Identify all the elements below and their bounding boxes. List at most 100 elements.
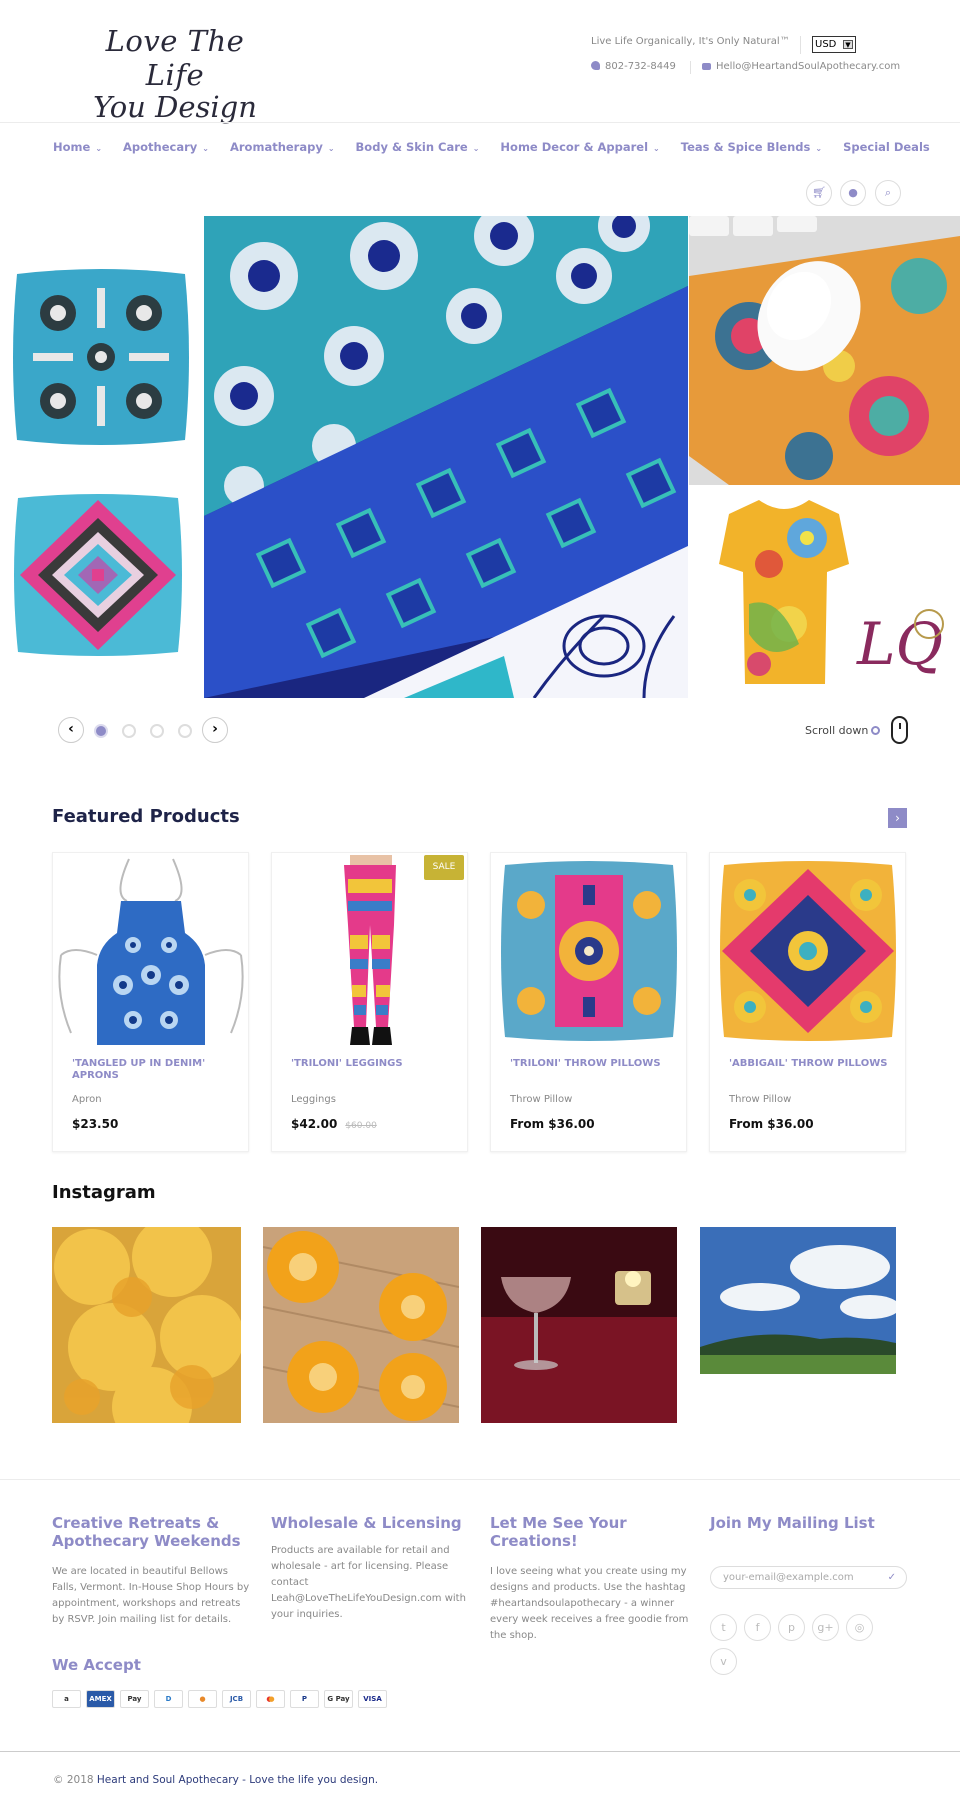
submit-arrow-icon[interactable]: ✓ bbox=[888, 1567, 896, 1588]
nav-label: Body & Skin Care bbox=[355, 140, 468, 154]
nav-item-teas-spice-blends[interactable]: Teas & Spice Blends ⌄ bbox=[681, 140, 822, 154]
nav-item-apothecary[interactable]: Apothecary ⌄ bbox=[123, 140, 209, 154]
phone-icon bbox=[591, 61, 600, 70]
wholesale-title: Wholesale & Licensing bbox=[271, 1514, 462, 1532]
featured-next-button[interactable]: › bbox=[888, 808, 907, 828]
mousepad-image[interactable] bbox=[689, 216, 960, 485]
product-type: Throw Pillow bbox=[510, 1094, 573, 1105]
newsletter-email-input[interactable]: your-email@example.com ✓ bbox=[710, 1566, 907, 1589]
product-image-leggings[interactable] bbox=[272, 855, 467, 1047]
product-card[interactable]: 'ABBIGAIL' THROW PILLOWS Throw Pillow Fr… bbox=[709, 852, 906, 1152]
nav-item-aromatherapy[interactable]: Aromatherapy ⌄ bbox=[230, 140, 335, 154]
product-price: $42.00 $60.00 bbox=[291, 1117, 377, 1131]
we-accept-title: We Accept bbox=[52, 1656, 141, 1674]
nav-item-special-deals[interactable]: Special Deals bbox=[843, 140, 930, 154]
product-name[interactable]: 'TANGLED UP IN DENIM' APRONS bbox=[72, 1058, 237, 1082]
product-name[interactable]: 'TRILONI' THROW PILLOWS bbox=[510, 1058, 675, 1070]
slider-next-button[interactable]: › bbox=[202, 717, 228, 743]
currency-select[interactable]: USD ▼ bbox=[812, 36, 856, 53]
search-button[interactable]: ⌕ bbox=[875, 180, 901, 206]
vimeo-icon[interactable]: v bbox=[710, 1648, 737, 1675]
price-value: $23.50 bbox=[72, 1117, 119, 1131]
product-card[interactable]: 'TRILONI' LEGGINGS Leggings $42.00 $60.00 bbox=[271, 852, 468, 1152]
product-card[interactable]: 'TANGLED UP IN DENIM' APRONS Apron $23.5… bbox=[52, 852, 249, 1152]
scroll-indicator-icon bbox=[871, 726, 880, 735]
google-pay-icon: G Pay bbox=[324, 1690, 353, 1708]
scroll-down-label[interactable]: Scroll down bbox=[805, 724, 868, 737]
hero-slider: LQ bbox=[0, 216, 960, 698]
product-image-abbigail-pillow[interactable] bbox=[710, 855, 905, 1047]
instagram-photo-flower[interactable] bbox=[52, 1227, 241, 1423]
instagram-photo-tomatoes[interactable] bbox=[263, 1227, 459, 1423]
price-value: From $36.00 bbox=[510, 1117, 595, 1131]
email-link[interactable]: Hello@HeartandSoulApothecary.com bbox=[702, 61, 900, 72]
fabric-pattern-image[interactable] bbox=[204, 216, 688, 698]
instagram-icon[interactable]: ◎ bbox=[846, 1614, 873, 1641]
pink-pillow-image[interactable] bbox=[14, 494, 182, 656]
chevron-left-icon: ‹ bbox=[68, 721, 74, 737]
mouse-scroll-icon[interactable] bbox=[891, 716, 908, 744]
slider-dot-3[interactable] bbox=[150, 724, 164, 738]
product-price: From $36.00 bbox=[510, 1117, 595, 1131]
slider-dot-1[interactable] bbox=[94, 724, 108, 738]
product-image-triloni-pillow[interactable] bbox=[491, 855, 686, 1047]
instagram-photo-drink[interactable] bbox=[481, 1227, 677, 1423]
slider-dot-4[interactable] bbox=[178, 724, 192, 738]
phone-link[interactable]: 802-732-8449 bbox=[591, 61, 676, 72]
copyright-link[interactable]: Heart and Soul Apothecary - Love the lif… bbox=[97, 1774, 378, 1786]
currency-value: USD bbox=[815, 39, 837, 50]
phone-number: 802-732-8449 bbox=[605, 61, 676, 72]
chevron-down-icon: ⌄ bbox=[815, 144, 823, 153]
chevron-right-icon: › bbox=[212, 721, 218, 737]
footer-col-retreats: Creative Retreats & Apothecary Weekends … bbox=[52, 1514, 252, 1628]
nav-item-home[interactable]: Home ⌄ bbox=[53, 140, 102, 154]
google-plus-icon[interactable]: g+ bbox=[812, 1614, 839, 1641]
nav-item-body-skin-care[interactable]: Body & Skin Care ⌄ bbox=[356, 140, 480, 154]
product-type: Leggings bbox=[291, 1094, 336, 1105]
product-name[interactable]: 'TRILONI' LEGGINGS bbox=[291, 1058, 456, 1070]
teal-pillow-image[interactable] bbox=[13, 268, 189, 446]
chevron-down-icon: ⌄ bbox=[653, 144, 660, 153]
mastercard-icon: ●● bbox=[256, 1690, 285, 1708]
sale-badge: SALE bbox=[424, 855, 464, 880]
wholesale-text: Products are available for retail and wh… bbox=[271, 1545, 466, 1620]
nav-label: Special Deals bbox=[843, 140, 930, 154]
product-name[interactable]: 'ABBIGAIL' THROW PILLOWS bbox=[729, 1058, 894, 1070]
footer-divider bbox=[0, 1479, 960, 1480]
slider-prev-button[interactable]: ‹ bbox=[58, 717, 84, 743]
chevron-right-icon: › bbox=[895, 811, 900, 825]
account-button[interactable]: ● bbox=[840, 180, 866, 206]
slider-dot-2[interactable] bbox=[122, 724, 136, 738]
facebook-icon[interactable]: f bbox=[744, 1614, 771, 1641]
floral-tshirt-image[interactable]: LQ bbox=[689, 494, 960, 698]
discover-icon: ● bbox=[188, 1690, 217, 1708]
nav-label: Aromatherapy bbox=[229, 140, 323, 154]
footer-bottom-divider bbox=[0, 1751, 960, 1752]
product-type: Apron bbox=[72, 1094, 102, 1105]
product-image-apron[interactable] bbox=[53, 855, 248, 1047]
twitter-icon[interactable]: t bbox=[710, 1614, 737, 1641]
product-price: $23.50 bbox=[72, 1117, 118, 1131]
chevron-down-icon: ⌄ bbox=[472, 144, 480, 153]
chevron-down-icon: ⌄ bbox=[202, 144, 209, 153]
product-type: Throw Pillow bbox=[729, 1094, 792, 1105]
email-placeholder: your-email@example.com bbox=[723, 1572, 854, 1583]
svg-text:LQ: LQ bbox=[856, 610, 943, 678]
amazon-pay-icon: a bbox=[52, 1690, 81, 1708]
featured-products-title: Featured Products bbox=[52, 806, 240, 827]
jcb-icon: JCB bbox=[222, 1690, 251, 1708]
pinterest-icon[interactable]: p bbox=[778, 1614, 805, 1641]
product-card[interactable]: 'TRILONI' THROW PILLOWS Throw Pillow Fro… bbox=[490, 852, 687, 1152]
header-divider bbox=[0, 122, 960, 123]
nav-label: Apothecary bbox=[123, 140, 198, 154]
cart-button[interactable]: 🛒︎ bbox=[806, 180, 832, 206]
chevron-down-icon: ⌄ bbox=[327, 144, 335, 153]
site-logo[interactable]: Love The Life You Design bbox=[80, 24, 270, 124]
price-value: $42.00 bbox=[291, 1117, 338, 1131]
instagram-photo-landscape[interactable] bbox=[700, 1227, 896, 1374]
amex-icon: AMEX bbox=[86, 1690, 115, 1708]
creations-title: Let Me See Your Creations! bbox=[490, 1514, 627, 1550]
instagram-title: Instagram bbox=[52, 1182, 156, 1203]
nav-item-home-decor-apparel[interactable]: Home Decor & Apparel ⌄ bbox=[500, 140, 659, 154]
copyright-year: © 2018 bbox=[53, 1774, 94, 1786]
